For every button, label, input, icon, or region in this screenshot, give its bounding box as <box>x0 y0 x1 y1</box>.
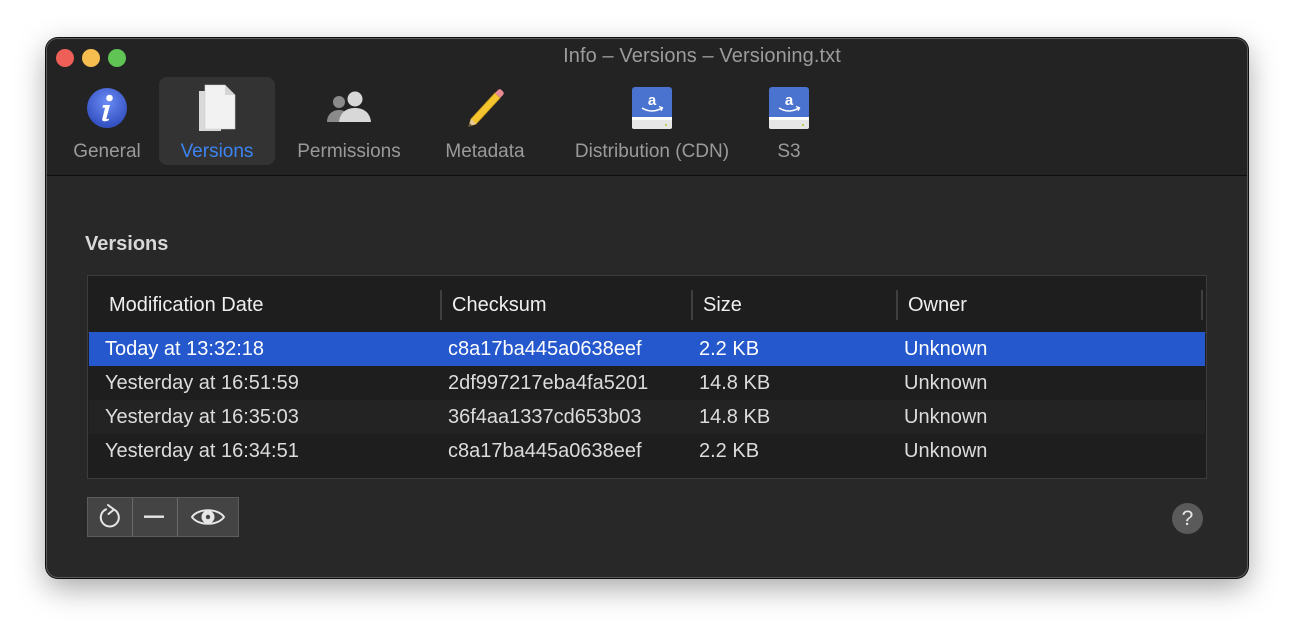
cell-date: Yesterday at 16:34:51 <box>105 440 299 462</box>
quick-look-button[interactable] <box>178 498 238 536</box>
help-button[interactable]: ? <box>1172 503 1203 534</box>
column-divider[interactable] <box>691 290 693 320</box>
table-row[interactable]: Yesterday at 16:34:51 c8a17ba445a0638eef… <box>89 434 1205 468</box>
table-header: Modification Date Checksum Size Owner <box>88 276 1206 333</box>
tab-versions[interactable]: Versions <box>159 77 275 165</box>
svg-text:a: a <box>648 92 657 109</box>
cell-date: Yesterday at 16:35:03 <box>105 406 299 428</box>
tab-label: Permissions <box>297 141 401 162</box>
cell-owner: Unknown <box>904 338 988 360</box>
people-icon <box>327 91 371 122</box>
tab-permissions[interactable]: Permissions <box>287 77 411 165</box>
column-header-owner[interactable]: Owner <box>908 276 967 332</box>
tab-distribution-cdn[interactable]: a Distribution (CDN) <box>561 77 743 165</box>
tab-general[interactable]: General <box>63 77 151 165</box>
cell-checksum: 36f4aa1337cd653b03 <box>448 406 642 428</box>
cell-size: 14.8 KB <box>699 406 771 428</box>
info-window: Info – Versions – Versioning.txt General <box>46 38 1248 578</box>
tab-label: Distribution (CDN) <box>574 141 730 162</box>
cell-date: Yesterday at 16:51:59 <box>105 372 299 394</box>
documents-icon <box>199 84 236 131</box>
table-row[interactable]: Yesterday at 16:35:03 36f4aa1337cd653b03… <box>89 400 1205 434</box>
table-row[interactable]: Yesterday at 16:51:59 2df997217eba4fa520… <box>89 366 1205 400</box>
cell-owner: Unknown <box>904 440 988 462</box>
tab-metadata[interactable]: Metadata <box>435 77 535 165</box>
cell-checksum: c8a17ba445a0638eef <box>448 338 642 360</box>
tab-label: Versions <box>180 141 254 162</box>
window-title: Info – Versions – Versioning.txt <box>563 45 841 67</box>
column-divider[interactable] <box>1201 290 1203 320</box>
column-header-checksum[interactable]: Checksum <box>452 276 546 332</box>
tab-label: Metadata <box>445 141 525 162</box>
delete-version-button[interactable] <box>133 498 178 536</box>
svg-text:a: a <box>785 92 794 109</box>
titlebar: Info – Versions – Versioning.txt General <box>47 39 1247 176</box>
cell-checksum: c8a17ba445a0638eef <box>448 440 642 462</box>
cell-size: 2.2 KB <box>699 440 760 462</box>
amazon-drive-icon: a <box>769 87 809 129</box>
revert-button[interactable] <box>88 498 133 536</box>
cell-owner: Unknown <box>904 406 988 428</box>
revert-arrow-icon <box>99 504 120 528</box>
tab-s3[interactable]: a S3 <box>763 77 815 165</box>
info-icon <box>87 88 127 128</box>
version-actions <box>87 497 239 537</box>
cell-size: 2.2 KB <box>699 338 760 360</box>
tab-label: General <box>73 141 141 162</box>
column-header-modification-date[interactable]: Modification Date <box>109 276 264 332</box>
cell-size: 14.8 KB <box>699 372 771 394</box>
section-title: Versions <box>85 233 169 255</box>
pencil-icon <box>468 89 504 127</box>
eye-icon <box>190 509 226 525</box>
cell-checksum: 2df997217eba4fa5201 <box>448 372 649 394</box>
table-row[interactable]: Today at 13:32:18 c8a17ba445a0638eef 2.2… <box>89 332 1205 366</box>
cell-owner: Unknown <box>904 372 988 394</box>
minus-icon <box>144 515 164 518</box>
versions-table[interactable]: Modification Date Checksum Size Owner To… <box>87 275 1207 479</box>
cell-date: Today at 13:32:18 <box>105 338 265 360</box>
column-divider[interactable] <box>440 290 442 320</box>
column-header-size[interactable]: Size <box>703 276 742 332</box>
amazon-drive-icon: a <box>632 87 672 129</box>
column-divider[interactable] <box>896 290 898 320</box>
tab-label: S3 <box>777 141 801 162</box>
